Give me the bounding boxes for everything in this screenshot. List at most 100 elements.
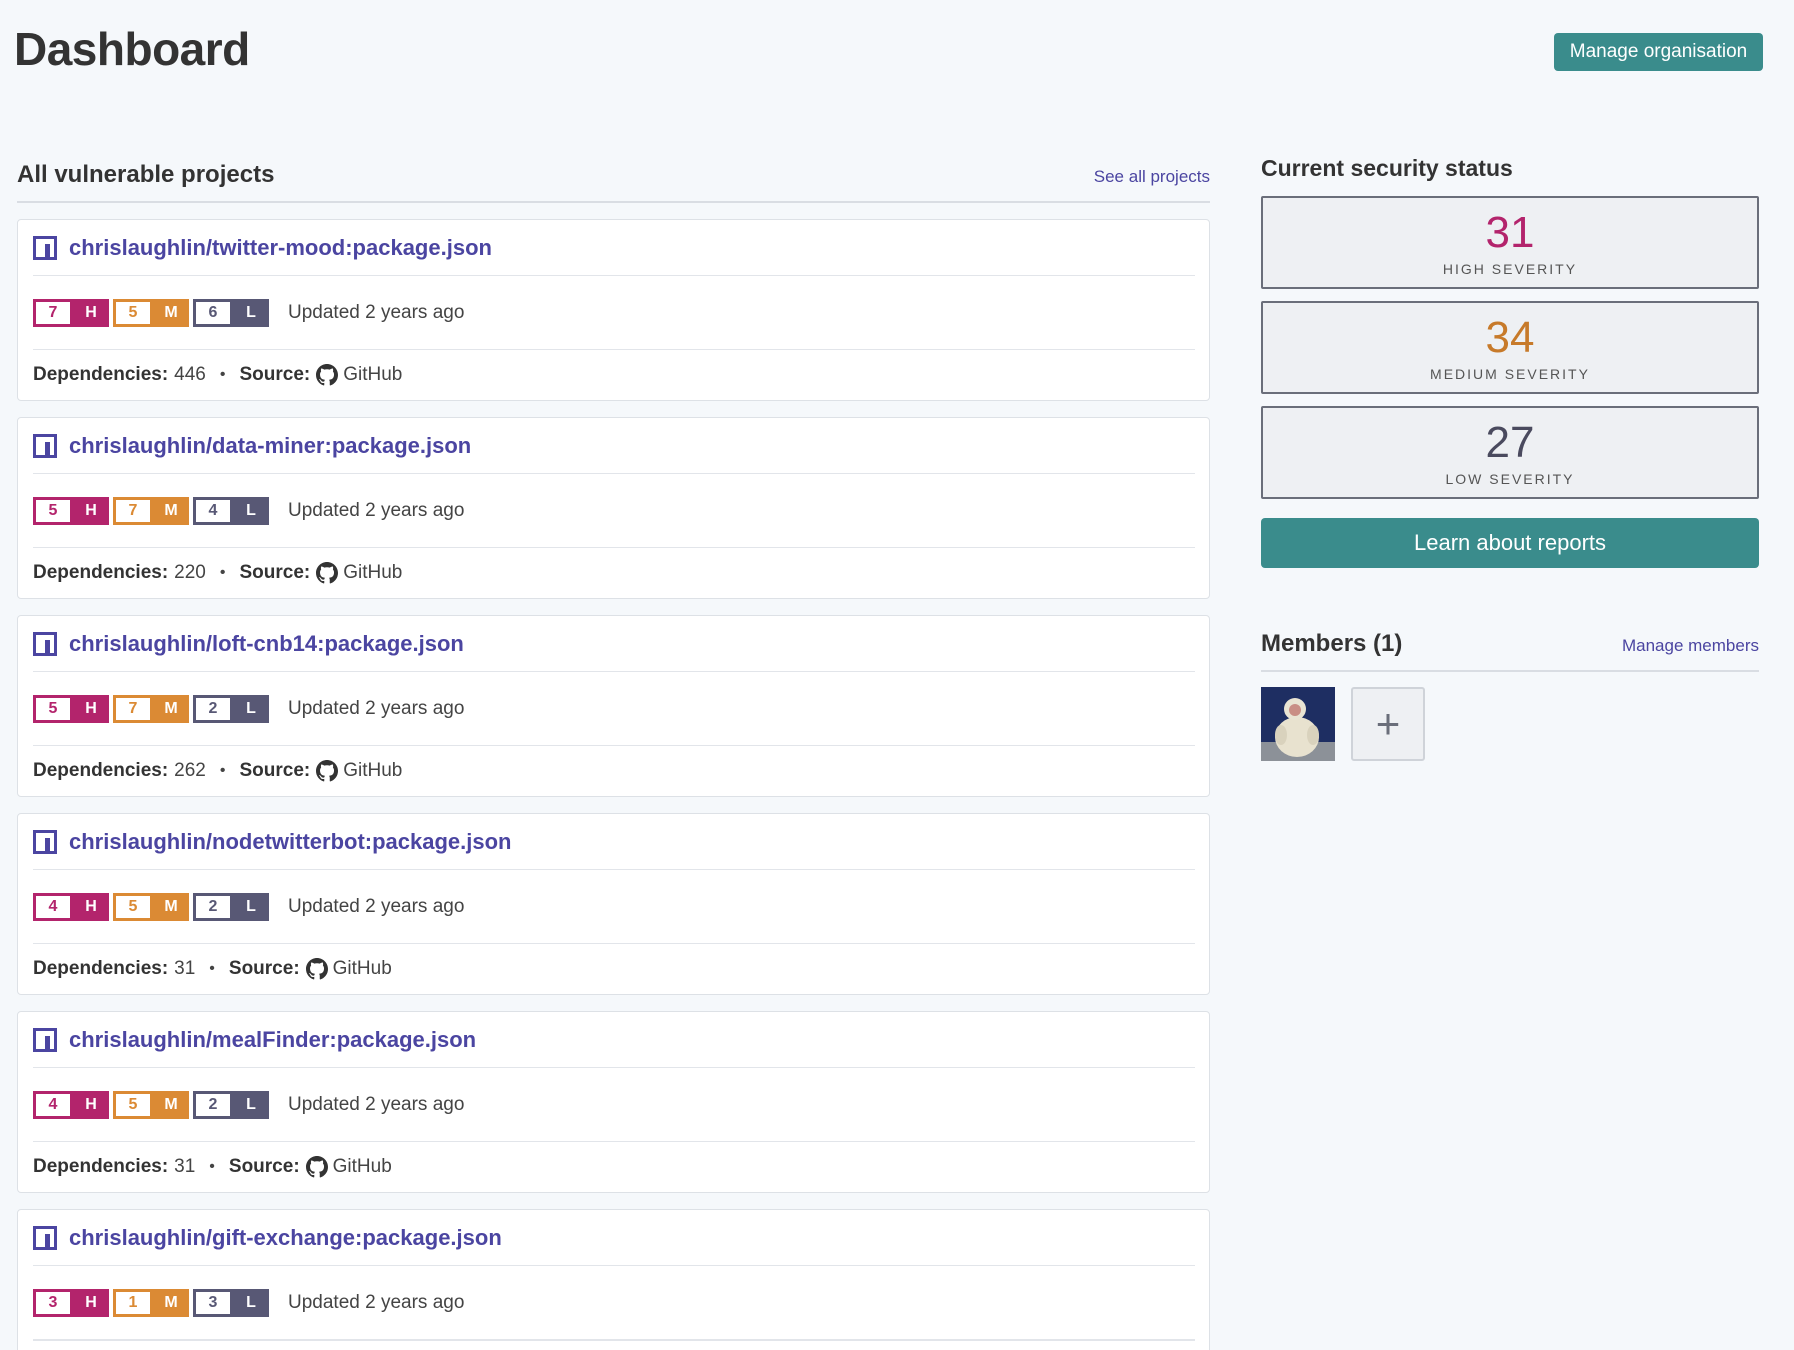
source-label: Source:: [239, 364, 311, 385]
high-letter: H: [73, 298, 109, 327]
high-badge: 3H: [33, 1288, 109, 1317]
separator-dot: •: [219, 564, 226, 581]
severity-badges: 5H7M4L: [33, 496, 273, 525]
low-letter: L: [233, 298, 269, 327]
project-link[interactable]: chrislaughlin/mealFinder:package.json: [69, 1027, 476, 1053]
project-list: chrislaughlin/twitter-mood:package.json 7…: [17, 219, 1210, 1350]
medium-letter: M: [153, 298, 189, 327]
source-label: Source:: [239, 562, 311, 583]
project-icon: [33, 631, 57, 656]
project-title-row: chrislaughlin/data-miner:package.json: [33, 418, 1195, 474]
high-letter: H: [73, 1090, 109, 1119]
separator-dot: •: [219, 366, 226, 383]
low-badge: 2L: [193, 892, 269, 921]
medium-badge: 7M: [113, 496, 189, 525]
source-label: Source:: [228, 958, 300, 979]
updated-text: Updated 2 years ago: [288, 1093, 465, 1115]
low-count: 3: [193, 1288, 233, 1317]
high-severity-label: HIGH SEVERITY: [1442, 260, 1578, 277]
high-count: 5: [33, 496, 73, 525]
medium-severity-label: MEDIUM SEVERITY: [1430, 365, 1590, 382]
severity-badges: 5H7M2L: [33, 694, 273, 723]
dependencies-label: Dependencies:: [33, 760, 169, 781]
medium-badge: 5M: [113, 892, 189, 921]
manage-members-link[interactable]: Manage members: [1622, 636, 1759, 656]
high-count: 7: [33, 298, 73, 327]
high-badge: 7H: [33, 298, 109, 327]
github-icon: [316, 364, 339, 386]
project-meta-row: Dependencies: 31 • Source: GitHub: [33, 1142, 1195, 1192]
project-severity-row: 3 H 1 M 3 L Updated 2 years ago: [33, 1266, 1195, 1340]
project-title-row: chrislaughlin/mealFinder:package.json: [33, 1012, 1195, 1068]
low-severity-count: 27: [1485, 417, 1535, 467]
project-link[interactable]: chrislaughlin/nodetwitterbot:package.jso…: [69, 829, 512, 855]
medium-count: 5: [113, 1090, 153, 1119]
avatar[interactable]: [1261, 687, 1335, 761]
learn-about-reports-button[interactable]: Learn about reports: [1261, 518, 1759, 568]
high-letter: H: [73, 892, 109, 921]
project-severity-row: 5 H 7 M 4 L Updated 2 years ago: [33, 474, 1195, 548]
github-icon: [305, 1156, 328, 1178]
separator-dot: •: [209, 960, 215, 977]
github-icon: [316, 760, 339, 782]
project-card: chrislaughlin/nodetwitterbot:package.jso…: [17, 813, 1210, 995]
project-link[interactable]: chrislaughlin/loft-cnb14:package.json: [69, 631, 464, 657]
project-link[interactable]: chrislaughlin/data-miner:package.json: [69, 433, 471, 459]
source-value: GitHub: [332, 1156, 392, 1177]
medium-severity-box: 34 MEDIUM SEVERITY: [1261, 301, 1759, 394]
high-count: 4: [33, 892, 73, 921]
page-title: Dashboard: [14, 23, 250, 75]
project-icon: [33, 1225, 57, 1250]
high-badge: 5H: [33, 496, 109, 525]
updated-text: Updated 2 years ago: [288, 697, 465, 719]
project-card: chrislaughlin/mealFinder:package.json 4 H 5…: [17, 1011, 1210, 1193]
high-count: 4: [33, 1090, 73, 1119]
low-count: 2: [193, 1090, 233, 1119]
dependencies-label: Dependencies:: [33, 1156, 169, 1177]
dependencies-count: 31: [174, 1156, 196, 1177]
medium-badge: 5M: [113, 298, 189, 327]
medium-count: 1: [113, 1288, 153, 1317]
members-row: +: [1261, 687, 1759, 761]
manage-organisation-button[interactable]: Manage organisation: [1554, 33, 1763, 71]
project-card: chrislaughlin/twitter-mood:package.json 7…: [17, 219, 1210, 401]
project-meta-row: Dependencies: 262 • Source: GitHub: [33, 746, 1195, 796]
security-status-title: Current security status: [1261, 155, 1513, 181]
source-value: GitHub: [343, 364, 403, 385]
medium-badge: 5M: [113, 1090, 189, 1119]
updated-text: Updated 2 years ago: [288, 895, 465, 917]
project-meta-row: Dependencies: 31 • Source: GitHub: [33, 944, 1195, 994]
low-count: 2: [193, 892, 233, 921]
see-all-projects-link[interactable]: See all projects: [1094, 167, 1210, 187]
source-label: Source:: [239, 760, 311, 781]
avatar-image: [1261, 687, 1335, 761]
medium-count: 7: [113, 694, 153, 723]
low-badge: 6L: [193, 298, 269, 327]
plus-icon: +: [1375, 700, 1401, 747]
low-letter: L: [233, 1288, 269, 1317]
project-card: chrislaughlin/loft-cnb14:package.json 5 H 7…: [17, 615, 1210, 797]
updated-text: Updated 2 years ago: [288, 499, 465, 521]
add-member-button[interactable]: +: [1351, 687, 1425, 761]
low-letter: L: [233, 1090, 269, 1119]
high-severity-box: 31 HIGH SEVERITY: [1261, 196, 1759, 289]
low-badge: 2L: [193, 1090, 269, 1119]
project-meta-row: [33, 1340, 1195, 1350]
project-title-row: chrislaughlin/twitter-mood:package.json: [33, 220, 1195, 276]
dependencies-count: 220: [174, 562, 206, 583]
severity-badges: 7H5M6L: [33, 298, 273, 327]
project-meta-row: Dependencies: 446 • Source: GitHub: [33, 350, 1195, 400]
low-count: 6: [193, 298, 233, 327]
dependencies-label: Dependencies:: [33, 562, 169, 583]
project-link[interactable]: chrislaughlin/twitter-mood:package.json: [69, 235, 492, 261]
updated-text: Updated 2 years ago: [288, 301, 465, 323]
projects-section-header: All vulnerable projects See all projects: [17, 150, 1210, 203]
high-count: 3: [33, 1288, 73, 1317]
low-severity-label: LOW SEVERITY: [1445, 470, 1575, 487]
low-letter: L: [233, 496, 269, 525]
medium-badge: 1M: [113, 1288, 189, 1317]
project-link[interactable]: chrislaughlin/gift-exchange:package.json: [69, 1225, 502, 1251]
low-badge: 2L: [193, 694, 269, 723]
high-letter: H: [73, 496, 109, 525]
low-letter: L: [233, 694, 269, 723]
